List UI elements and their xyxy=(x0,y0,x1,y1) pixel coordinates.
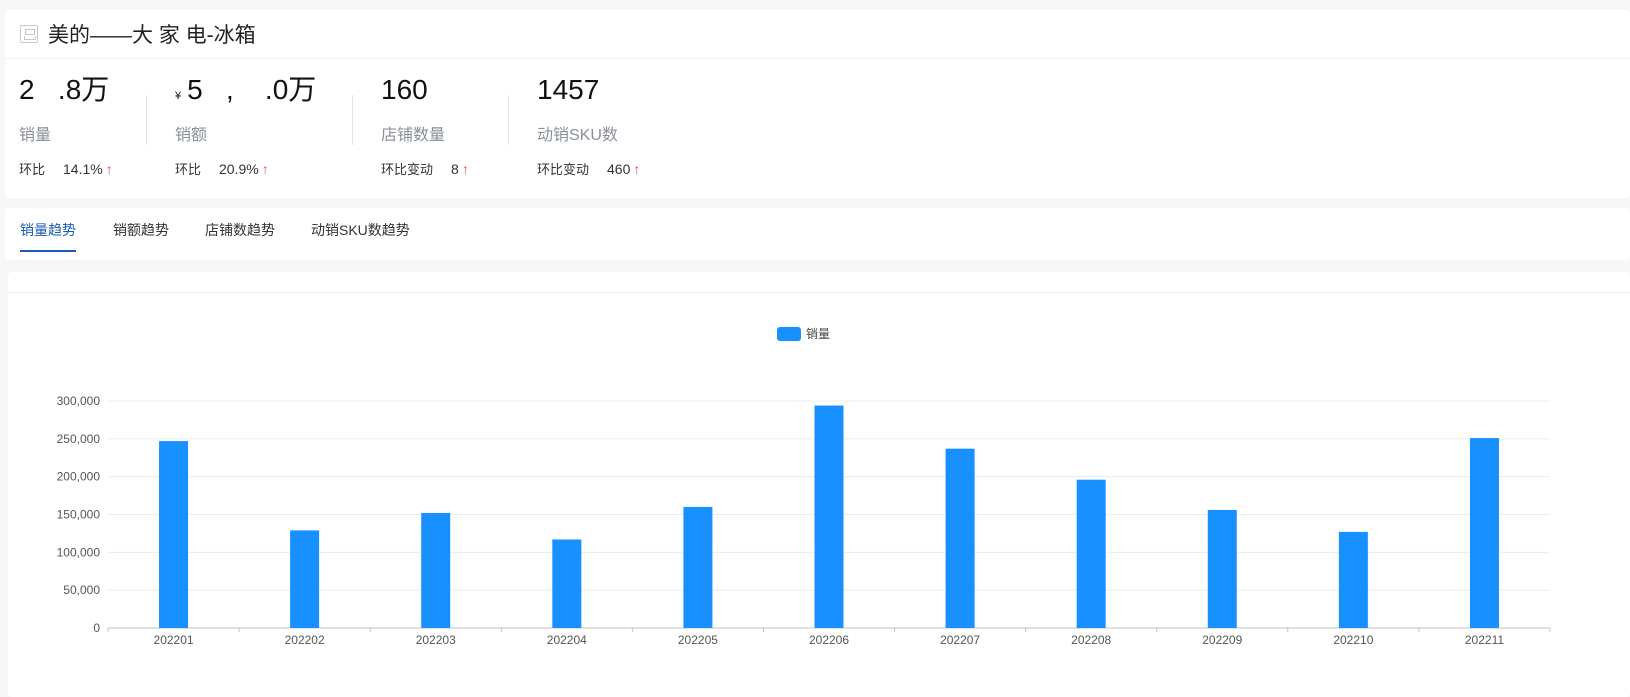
y-tick-label: 250,000 xyxy=(57,432,101,446)
trend-tabs: 销量趋势 销额趋势 店铺数趋势 动销SKU数趋势 xyxy=(5,208,1630,260)
arrow-up-icon: ↑ xyxy=(105,160,113,177)
x-tick-label: 202204 xyxy=(547,633,587,647)
bar xyxy=(1469,438,1499,628)
kpi-divider xyxy=(352,95,353,145)
tab-sales-volume-trend[interactable]: 销量趋势 xyxy=(20,220,76,252)
arrow-up-icon: ↑ xyxy=(461,160,469,177)
kpi-store-count: 160 店铺数量 环比变动 8 ↑ xyxy=(381,71,469,191)
kpi-sales-volume: 2 .8万 销量 环比 14.1% ↑ xyxy=(19,71,113,191)
x-tick-label: 202205 xyxy=(678,633,718,647)
kpi-change-label: 环比变动 xyxy=(537,162,590,177)
legend-swatch xyxy=(777,327,801,341)
kpi-label: 动销SKU数 xyxy=(537,127,618,144)
bar xyxy=(1076,479,1106,628)
currency-symbol: ¥ xyxy=(175,90,182,102)
x-tick-label: 202201 xyxy=(154,633,194,647)
x-tick-label: 202211 xyxy=(1465,633,1504,647)
title-row: 美的——大 家 电-冰箱 xyxy=(5,10,1630,59)
bar xyxy=(945,448,975,628)
kpi-label: 店铺数量 xyxy=(381,127,446,144)
kpi-value-text: 1457 xyxy=(537,74,600,105)
kpi-change-value: 14.1% xyxy=(63,160,103,177)
kpi-label: 销量 xyxy=(19,127,52,144)
kpi-sku-count: 1457 动销SKU数 环比变动 460 ↑ xyxy=(537,71,640,191)
bar xyxy=(159,441,189,628)
kpi-change-value: 20.9% xyxy=(219,160,259,177)
arrow-up-icon: ↑ xyxy=(633,160,641,177)
kpi-change: 环比 14.1% ↑ xyxy=(19,159,113,178)
y-tick-label: 50,000 xyxy=(63,583,100,597)
bar xyxy=(1207,509,1237,628)
legend-label: 销量 xyxy=(806,327,830,341)
kpi-change-label: 环比 xyxy=(175,162,202,177)
x-tick-label: 202208 xyxy=(1071,633,1111,647)
kpi-change-label: 环比 xyxy=(19,162,46,177)
kpi-change: 环比变动 460 ↑ xyxy=(537,159,640,178)
kpi-value-text: 5 , .0万 xyxy=(187,74,317,105)
y-tick-label: 0 xyxy=(93,621,100,635)
bar xyxy=(814,405,844,628)
kpi-divider xyxy=(508,95,509,145)
product-icon xyxy=(20,25,38,43)
kpi-change: 环比 20.9% ↑ xyxy=(175,159,316,178)
kpi-label: 销额 xyxy=(175,127,208,144)
y-tick-label: 100,000 xyxy=(57,545,101,559)
kpi-change-label: 环比变动 xyxy=(381,162,434,177)
kpi-value: 160 xyxy=(381,71,469,109)
x-tick-label: 202207 xyxy=(940,633,980,647)
x-tick-label: 202210 xyxy=(1333,633,1373,647)
kpi-divider xyxy=(146,95,147,145)
kpi-value: 1457 xyxy=(537,71,640,109)
tab-sku-count-trend[interactable]: 动销SKU数趋势 xyxy=(311,220,410,250)
sales-volume-bar-chart: 0 50,000 100,000 150,000 200,000 250,000 300,0… xyxy=(57,327,1551,647)
kpi-sales-amount: ¥ 5 , .0万 销额 环比 20.9% ↑ xyxy=(175,71,316,191)
bar xyxy=(421,512,451,628)
x-tick-label: 202202 xyxy=(285,633,325,647)
bar xyxy=(683,506,713,628)
tab-store-count-trend[interactable]: 店铺数趋势 xyxy=(205,220,275,250)
kpi-change-value: 460 xyxy=(607,160,631,177)
kpi-change-value: 8 xyxy=(451,160,459,177)
x-tick-label: 202209 xyxy=(1202,633,1242,647)
kpi-value: ¥ 5 , .0万 xyxy=(175,71,316,109)
kpi-value-text: 2 .8万 xyxy=(19,74,110,105)
kpi-change: 环比变动 8 ↑ xyxy=(381,159,469,178)
bar xyxy=(290,530,320,628)
arrow-up-icon: ↑ xyxy=(261,160,269,177)
kpi-row: 2 .8万 销量 环比 14.1% ↑ ¥ 5 , .0万 销额 环比 20.9… xyxy=(5,59,1630,197)
y-tick-label: 200,000 xyxy=(57,470,101,484)
bar xyxy=(552,539,582,628)
chart-card: 0 50,000 100,000 150,000 200,000 250,000 300,0… xyxy=(8,272,1630,697)
x-tick-label: 202203 xyxy=(416,633,456,647)
bar xyxy=(1338,531,1368,628)
kpi-value: 2 .8万 xyxy=(19,71,113,109)
x-tick-label: 202206 xyxy=(809,633,849,647)
page-title: 美的——大 家 电-冰箱 xyxy=(48,24,256,47)
y-tick-label: 150,000 xyxy=(57,508,101,522)
y-tick-label: 300,000 xyxy=(57,394,101,408)
summary-card: 美的——大 家 电-冰箱 2 .8万 销量 环比 14.1% ↑ ¥ 5 , .… xyxy=(5,10,1630,198)
kpi-value-text: 160 xyxy=(381,74,428,105)
tab-sales-amount-trend[interactable]: 销额趋势 xyxy=(113,220,169,250)
